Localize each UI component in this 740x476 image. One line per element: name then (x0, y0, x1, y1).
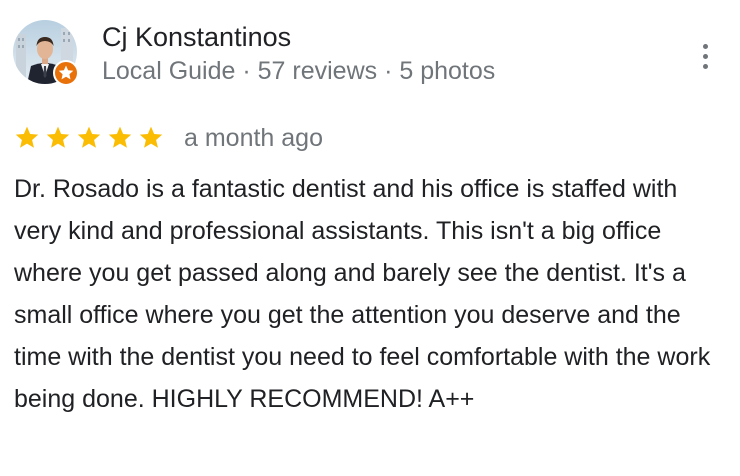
author-meta: Local Guide · 57 reviews · 5 photos (102, 57, 496, 85)
star-icon (15, 126, 39, 148)
local-guide-badge-icon (53, 60, 79, 86)
more-vert-icon (702, 63, 708, 69)
author-name[interactable]: Cj Konstantinos (102, 22, 291, 53)
review-text: Dr. Rosado is a fantastic dentist and hi… (14, 175, 711, 413)
author-avatar[interactable] (13, 20, 79, 86)
star-rating (14, 125, 164, 151)
star-icon (77, 126, 101, 148)
more-options-button[interactable] (690, 38, 720, 74)
star-icon (46, 126, 70, 148)
star-icon (108, 126, 132, 148)
rating-row: a month ago (14, 122, 323, 154)
review-date: a month ago (184, 123, 323, 152)
more-vert-icon (702, 53, 708, 59)
star-icon (139, 126, 163, 148)
more-vert-icon (702, 43, 708, 49)
review-card: Cj Konstantinos Local Guide · 57 reviews… (0, 0, 740, 476)
